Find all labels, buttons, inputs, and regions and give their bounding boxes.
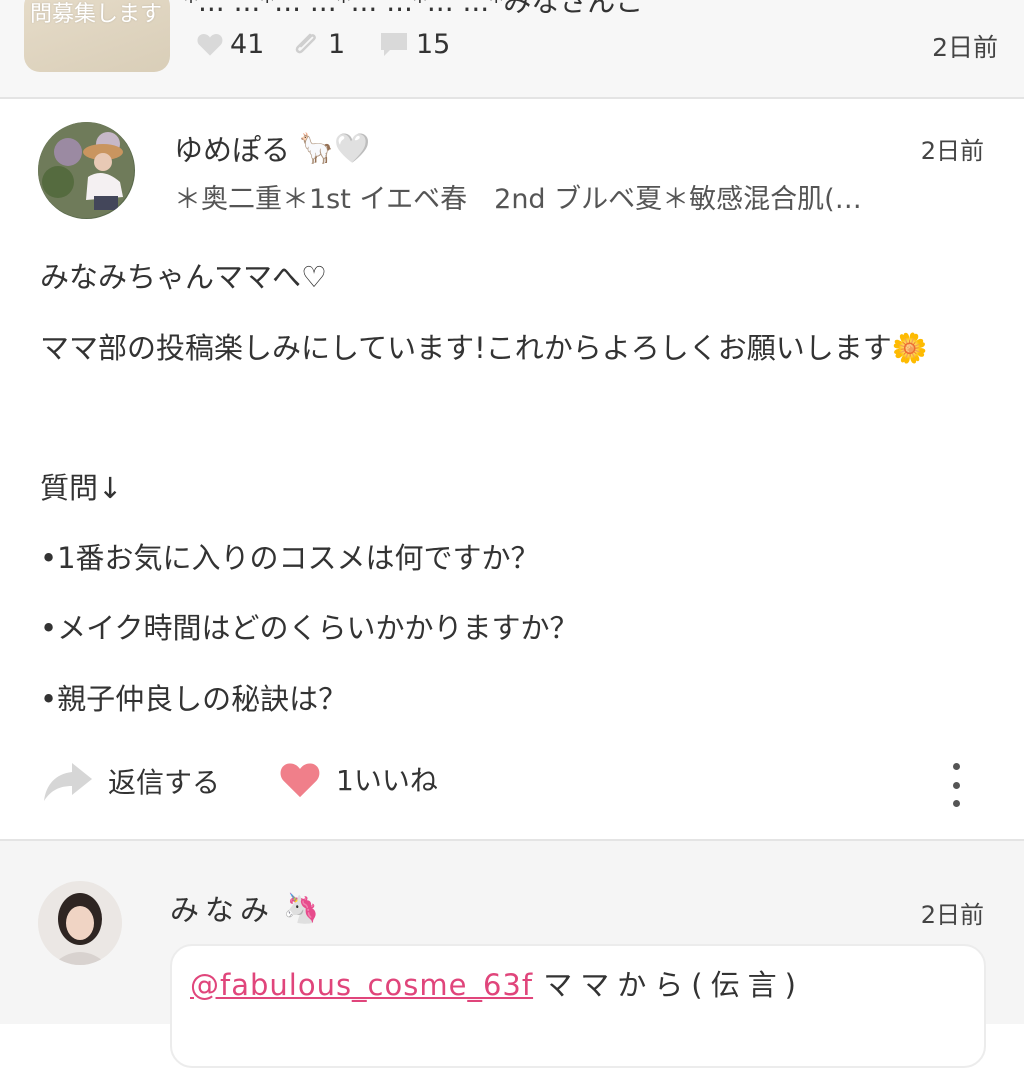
- reply-comment-card: みなみ 🦄 2日前 @fabulous_cosme_63f ママから(伝言): [0, 841, 1024, 1068]
- comment-line: •メイク時間はどのくらいかかりますか？: [40, 611, 579, 645]
- paperclip-icon: [295, 33, 316, 54]
- username-text: ゆめぽる: [174, 133, 291, 167]
- reply-label: 返信する: [108, 766, 221, 799]
- avatar[interactable]: [38, 122, 135, 219]
- avatar-photo: [38, 122, 134, 218]
- post-timestamp: 2日前: [932, 33, 998, 62]
- username-emojis: 🦙🤍: [298, 130, 371, 165]
- avatar-photo: [38, 881, 122, 965]
- like-label: 1いいね: [336, 764, 438, 797]
- user-bio: ＊奥二重＊1st イエベ春 2nd ブルベ夏＊敏感混合肌(…: [174, 184, 862, 215]
- username-emoji: 🦄: [283, 890, 326, 925]
- post-thumbnail[interactable]: 問募集します: [24, 0, 170, 72]
- comment-line: •親子仲良しの秘訣は？: [40, 682, 348, 716]
- comment-username[interactable]: ゆめぽる 🦙🤍: [174, 127, 370, 169]
- heart-outline-icon: [197, 34, 223, 56]
- comment-timestamp: 2日前: [920, 901, 984, 929]
- speech-bubble-icon: [381, 33, 407, 56]
- likes-stat[interactable]: 41: [196, 28, 264, 60]
- comment-line: 質問↓: [40, 471, 123, 505]
- post-snippet: *... ...*... ...*... ...*... ...*みなさんこ: [184, 0, 644, 18]
- comment-username[interactable]: みなみ 🦄: [170, 887, 325, 929]
- comments-stat[interactable]: 15: [378, 28, 450, 60]
- reply-button[interactable]: 返信する: [42, 759, 220, 803]
- reply-arrow-icon: [44, 763, 92, 801]
- reply-text: @fabulous_cosme_63f ママから(伝言): [190, 962, 804, 1004]
- mention-link[interactable]: @fabulous_cosme_63f: [190, 968, 533, 1002]
- comment-line: ママ部の投稿楽しみにしています!これからよろしくお願いします🌼: [40, 331, 928, 365]
- comment-timestamp: 2日前: [920, 137, 984, 165]
- clips-count: 1: [328, 28, 346, 60]
- thumbnail-text: 問募集します: [30, 2, 163, 27]
- comment-line: •1番お気に入りのコスメは何ですか？: [40, 541, 540, 575]
- reply-bubble: @fabulous_cosme_63f ママから(伝言): [170, 944, 986, 1068]
- like-button[interactable]: 1いいね: [278, 759, 438, 799]
- comment-card: ゆめぽる 🦙🤍 2日前 ＊奥二重＊1st イエベ春 2nd ブルベ夏＊敏感混合肌…: [0, 99, 1024, 839]
- username-text: みなみ: [170, 893, 276, 927]
- comment-line: みなみちゃんママへ♡: [40, 260, 327, 294]
- comments-count: 15: [416, 28, 451, 60]
- reply-message: ママから(伝言): [543, 968, 804, 1002]
- previous-post-card[interactable]: 問募集します *... ...*... ...*... ...*... ...*…: [0, 0, 1024, 99]
- avatar[interactable]: [38, 881, 122, 965]
- clips-stat[interactable]: 1: [290, 28, 345, 60]
- heart-icon: [280, 763, 320, 798]
- more-options-icon[interactable]: [946, 763, 966, 807]
- likes-count: 41: [230, 28, 265, 60]
